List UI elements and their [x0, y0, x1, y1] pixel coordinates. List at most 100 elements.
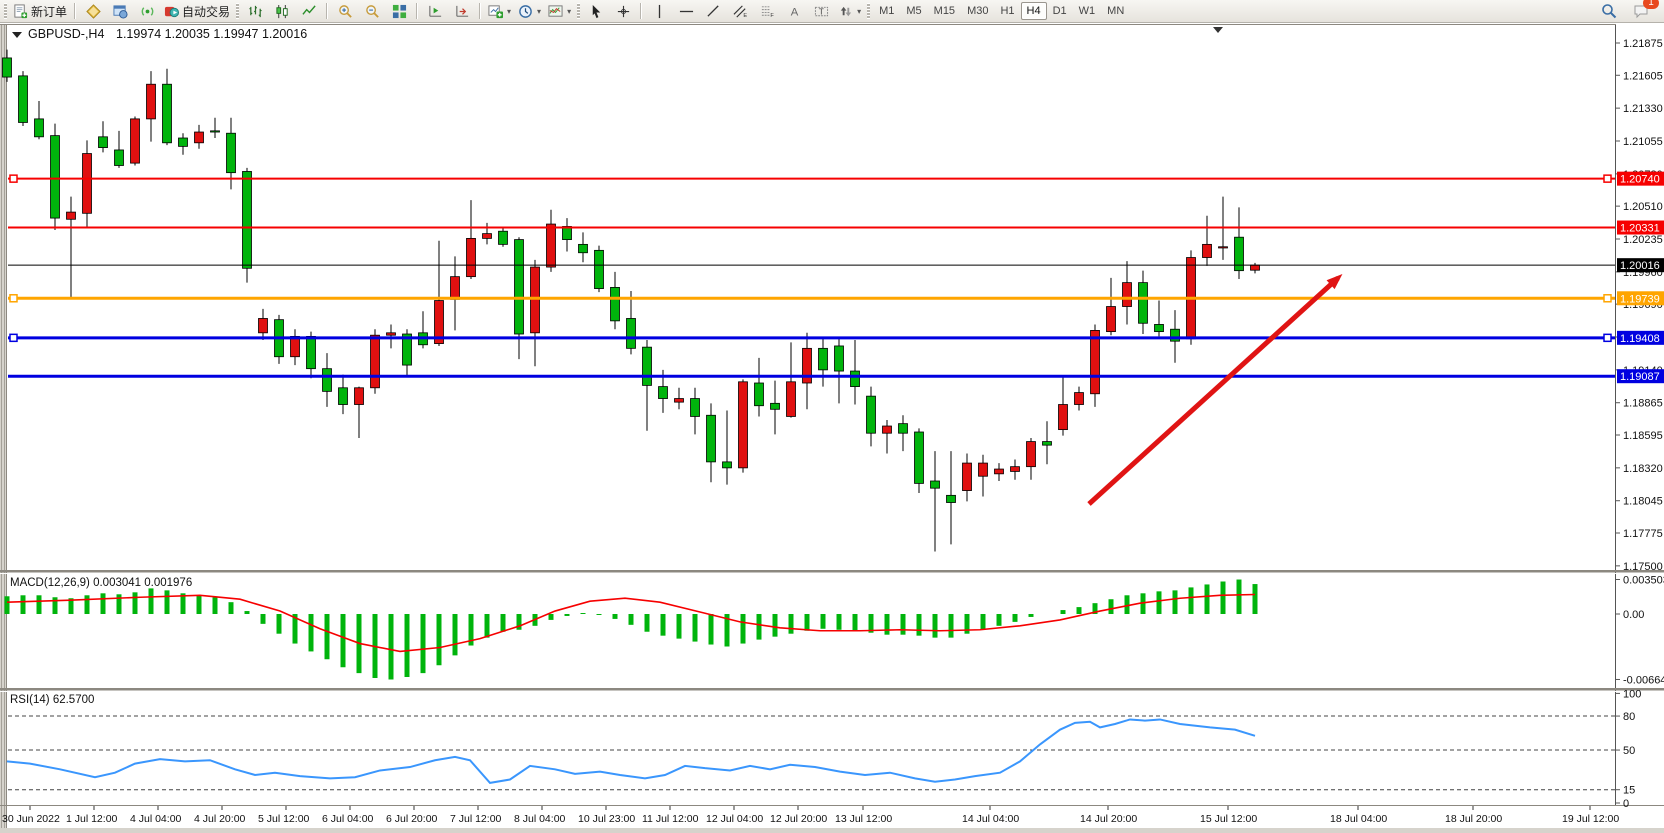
period-clock-button[interactable]: ▾ [515, 0, 544, 22]
candle-chart-button[interactable] [269, 0, 295, 22]
mt4-window: 新订单 自动交易 [0, 0, 1664, 833]
line-handle[interactable] [10, 175, 17, 182]
svg-text:14 Jul 20:00: 14 Jul 20:00 [1080, 813, 1137, 825]
tile-windows-button[interactable] [386, 0, 412, 22]
arrows-tool-button[interactable]: ▾ [835, 0, 864, 22]
svg-text:13 Jul 12:00: 13 Jul 12:00 [835, 813, 892, 825]
svg-text:1.19408: 1.19408 [1620, 333, 1660, 345]
svg-text:80: 80 [1623, 711, 1635, 723]
svg-text:6 Jul 20:00: 6 Jul 20:00 [386, 813, 438, 825]
data-window-icon [113, 4, 128, 19]
zoom-out-button[interactable] [359, 0, 385, 22]
cursor-icon [589, 4, 604, 19]
svg-text:0.00: 0.00 [1623, 609, 1644, 621]
macd-title: MACD(12,26,9) 0.003041 0.001976 [10, 577, 192, 589]
template-icon [548, 4, 563, 19]
svg-text:1.17775: 1.17775 [1623, 528, 1663, 540]
vertical-line-tool-button[interactable] [646, 0, 672, 22]
line-handle[interactable] [1604, 175, 1611, 182]
chevron-down-icon: ▾ [537, 7, 541, 16]
market-watch-button[interactable] [80, 0, 106, 22]
search-button[interactable] [1596, 0, 1622, 22]
timeframe-h1-button[interactable]: H1 [994, 2, 1020, 20]
horizontal-line-tool-button[interactable] [673, 0, 699, 22]
timeframe-d1-button[interactable]: D1 [1047, 2, 1073, 20]
panel-separator[interactable] [0, 570, 1664, 573]
trendline-icon [706, 4, 721, 19]
auto-scroll-icon [428, 4, 443, 19]
line-chart-button[interactable] [296, 0, 322, 22]
timeframe-w1-button[interactable]: W1 [1073, 2, 1102, 20]
timeframe-m1-button[interactable]: M1 [873, 2, 900, 20]
line-handle[interactable] [1604, 334, 1611, 341]
auto-scroll-button[interactable] [422, 0, 448, 22]
text-label-icon: T [814, 4, 829, 19]
svg-text:E: E [743, 13, 747, 19]
svg-text:19 Jul 12:00: 19 Jul 12:00 [1562, 813, 1619, 825]
zoom-in-button[interactable] [332, 0, 358, 22]
search-icon [1601, 3, 1617, 19]
svg-text:1.18320: 1.18320 [1623, 463, 1663, 475]
text-icon: A [787, 4, 802, 19]
panel-separator[interactable] [0, 688, 1664, 691]
trendline-tool-button[interactable] [700, 0, 726, 22]
timeframe-mn-button[interactable]: MN [1101, 2, 1130, 20]
chart-shift-button[interactable] [449, 0, 475, 22]
svg-text:11 Jul 12:00: 11 Jul 12:00 [642, 813, 699, 825]
new-order-button[interactable]: 新订单 [10, 0, 70, 22]
text-label-tool-button[interactable]: T [808, 0, 834, 22]
data-window-button[interactable] [107, 0, 133, 22]
new-chart-button[interactable]: ▾ [485, 0, 514, 22]
timeframe-m30-button[interactable]: M30 [961, 2, 994, 20]
svg-text:12 Jul 04:00: 12 Jul 04:00 [706, 813, 763, 825]
vertical-line-icon [652, 4, 667, 19]
crosshair-tool-button[interactable] [610, 0, 636, 22]
text-tool-button[interactable]: A [781, 0, 807, 22]
timeframe-bar: M1M5M15M30H1H4D1W1MN [873, 2, 1130, 20]
navigator-button[interactable] [134, 0, 160, 22]
svg-text:4 Jul 04:00: 4 Jul 04:00 [130, 813, 182, 825]
period-clock-icon [518, 4, 533, 19]
chart-canvas[interactable]: 1.218751.216051.213301.210551.207801.205… [0, 23, 1664, 833]
svg-text:1.20331: 1.20331 [1620, 223, 1660, 235]
svg-text:100: 100 [1623, 688, 1641, 700]
navigator-icon [140, 4, 155, 19]
equidistant-channel-tool-button[interactable]: E [727, 0, 753, 22]
svg-text:1.18865: 1.18865 [1623, 398, 1663, 410]
cursor-tool-button[interactable] [583, 0, 609, 22]
line-handle[interactable] [1604, 295, 1611, 302]
chat-button[interactable]: 1 [1628, 0, 1654, 22]
new-chart-icon [488, 4, 503, 19]
svg-text:1.20235: 1.20235 [1623, 234, 1663, 246]
crosshair-icon [616, 4, 631, 19]
market-watch-icon [86, 4, 101, 19]
chart-shift-icon [455, 4, 470, 19]
toolbar: 新订单 自动交易 [0, 0, 1664, 23]
svg-text:5 Jul 12:00: 5 Jul 12:00 [258, 813, 310, 825]
timeframe-h4-button[interactable]: H4 [1021, 2, 1047, 20]
fibonacci-tool-button[interactable]: F [754, 0, 780, 22]
svg-text:1 Jul 12:00: 1 Jul 12:00 [66, 813, 118, 825]
zoom-in-icon [338, 4, 353, 19]
svg-text:F: F [770, 13, 774, 19]
svg-text:A: A [790, 6, 798, 18]
rsi-title: RSI(14) 62.5700 [10, 694, 94, 706]
bar-chart-button[interactable] [242, 0, 268, 22]
svg-text:7 Jul 12:00: 7 Jul 12:00 [450, 813, 502, 825]
svg-text:6 Jul 04:00: 6 Jul 04:00 [322, 813, 374, 825]
line-handle[interactable] [10, 295, 17, 302]
svg-text:1.21605: 1.21605 [1623, 70, 1663, 82]
svg-text:15: 15 [1623, 785, 1635, 797]
timeframe-m15-button[interactable]: M15 [928, 2, 961, 20]
svg-text:1.18045: 1.18045 [1623, 496, 1663, 508]
template-button[interactable]: ▾ [545, 0, 574, 22]
line-handle[interactable] [10, 334, 17, 341]
svg-text:18 Jul 20:00: 18 Jul 20:00 [1445, 813, 1502, 825]
price-badge-1.19087: 1.19087 [1617, 369, 1664, 383]
svg-text:T: T [818, 6, 823, 16]
chevron-down-icon: ▾ [567, 7, 571, 16]
fibonacci-icon: F [760, 4, 775, 19]
timeframe-m5-button[interactable]: M5 [900, 2, 927, 20]
svg-text:30 Jun 2022: 30 Jun 2022 [2, 813, 60, 825]
autotrade-button[interactable]: 自动交易 [161, 0, 233, 22]
